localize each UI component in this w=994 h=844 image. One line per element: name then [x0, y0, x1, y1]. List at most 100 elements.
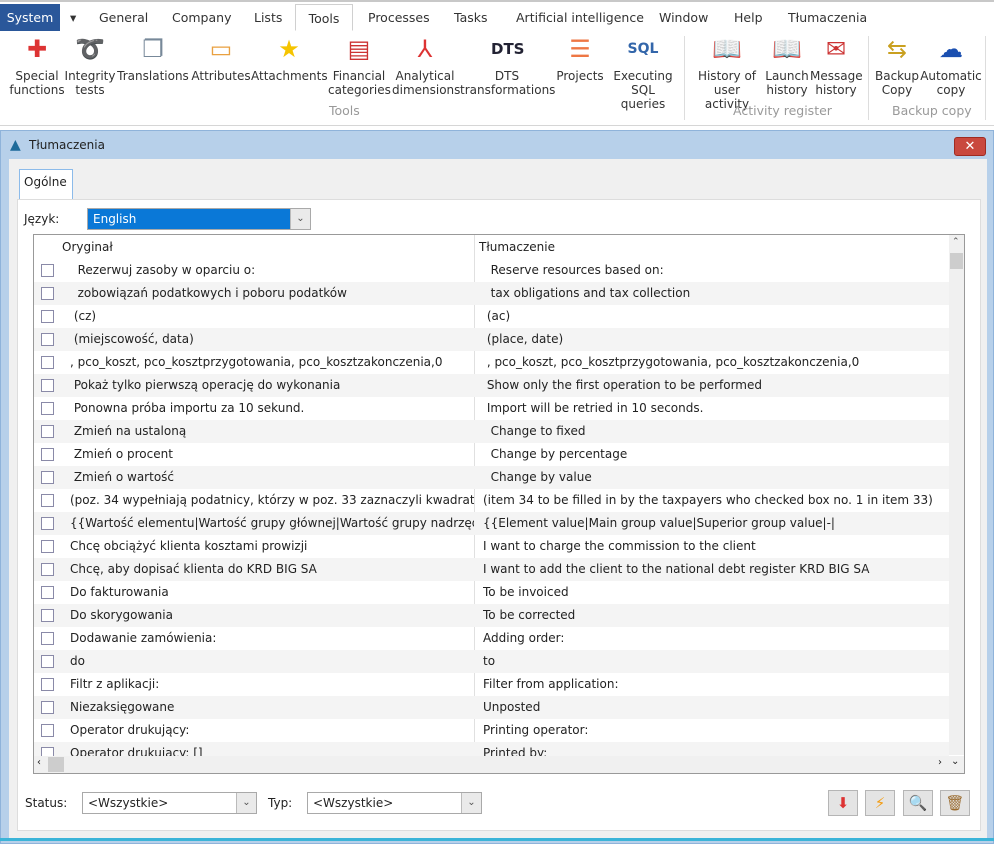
window-titlebar[interactable]: ▲ Tłumaczenia ✕ — [1, 131, 993, 159]
row-checkbox[interactable] — [41, 563, 54, 576]
tab-company[interactable]: Company — [162, 4, 241, 31]
quick-access-dropdown-icon[interactable]: ▾ — [66, 4, 80, 31]
translation-text[interactable]: Adding order: — [483, 627, 953, 650]
tab-lists[interactable]: Lists — [244, 4, 292, 31]
translation-text[interactable]: to — [483, 650, 953, 673]
translations-button[interactable]: ❐ Translations — [116, 33, 190, 83]
scrollbar-thumb[interactable] — [48, 757, 64, 772]
table-row[interactable]: {{Wartość elementu|Wartość grupy głównej… — [34, 512, 949, 535]
column-header-original[interactable]: Oryginał — [62, 240, 113, 254]
tab-tlumaczenia[interactable]: Tłumaczenia — [778, 4, 877, 31]
scroll-down-icon[interactable]: ⌄ — [951, 756, 959, 767]
translation-text[interactable]: Import will be retried in 10 seconds. — [483, 397, 953, 420]
scrollbar-thumb[interactable] — [950, 253, 963, 269]
translation-text[interactable]: Change by percentage — [483, 443, 953, 466]
analytical-dimensions-button[interactable]: ⅄ Analytical dimensions — [392, 33, 460, 97]
automatic-copy-button[interactable]: ☁ Automatic copy — [920, 33, 982, 97]
delete-button[interactable]: 🗑 — [940, 790, 970, 816]
scroll-up-icon[interactable]: ⌃ — [952, 237, 960, 247]
table-row[interactable]: do to — [34, 650, 949, 673]
message-history-button[interactable]: ✉ Message history — [810, 33, 863, 97]
translation-text[interactable]: Reserve resources based on: — [483, 259, 953, 282]
table-row[interactable]: Zmień o wartość Change by value — [34, 466, 949, 489]
table-row[interactable]: , pco_koszt, pco_kosztprzygotowania, pco… — [34, 351, 949, 374]
table-row[interactable]: Rezerwuj zasoby w oparciu o: Reserve res… — [34, 259, 949, 282]
status-select[interactable]: <Wszystkie> ⌄ — [82, 792, 257, 814]
table-row[interactable]: (poz. 34 wypełniają podatnicy, którzy w … — [34, 489, 949, 512]
table-row[interactable]: Zmień na ustaloną Change to fixed — [34, 420, 949, 443]
translation-text[interactable]: {{Element value|Main group value|Superio… — [483, 512, 953, 535]
translation-text[interactable]: Show only the first operation to be perf… — [483, 374, 953, 397]
tab-system[interactable]: System — [0, 4, 60, 31]
table-row[interactable]: (miejscowość, data) (place, date) — [34, 328, 949, 351]
launch-history-button[interactable]: 📖 Launch history — [765, 33, 809, 97]
type-select[interactable]: <Wszystkie> ⌄ — [307, 792, 482, 814]
translation-text[interactable]: tax obligations and tax collection — [483, 282, 953, 305]
translation-text[interactable]: (place, date) — [483, 328, 953, 351]
row-checkbox[interactable] — [41, 540, 54, 553]
search-button[interactable]: 🔍 — [903, 790, 933, 816]
row-checkbox[interactable] — [41, 310, 54, 323]
translation-text[interactable]: To be corrected — [483, 604, 953, 627]
table-row[interactable]: Zmień o procent Change by percentage — [34, 443, 949, 466]
integrity-tests-button[interactable]: ➰ Integrity tests — [64, 33, 116, 97]
table-row[interactable]: Chcę obciążyć klienta kosztami prowizji I… — [34, 535, 949, 558]
tab-window[interactable]: Window — [649, 4, 718, 31]
row-checkbox[interactable] — [41, 655, 54, 668]
tab-general[interactable]: General — [89, 4, 158, 31]
table-row[interactable]: Pokaż tylko pierwszą operację do wykonan… — [34, 374, 949, 397]
financial-categories-button[interactable]: ▤ Financial categories — [328, 33, 391, 97]
chevron-down-icon[interactable]: ⌄ — [236, 793, 256, 813]
row-checkbox[interactable] — [41, 264, 54, 277]
translation-text[interactable]: To be invoiced — [483, 581, 953, 604]
table-row[interactable]: Operator drukujący: Printing operator: — [34, 719, 949, 742]
row-checkbox[interactable] — [41, 471, 54, 484]
tab-tools[interactable]: Tools — [295, 4, 353, 31]
translation-text[interactable]: Change to fixed — [483, 420, 953, 443]
row-checkbox[interactable] — [41, 287, 54, 300]
chevron-down-icon[interactable]: ⌄ — [290, 209, 310, 229]
tab-processes[interactable]: Processes — [358, 4, 440, 31]
translation-text[interactable]: I want to add the client to the national… — [483, 558, 953, 581]
row-checkbox[interactable] — [41, 586, 54, 599]
row-checkbox[interactable] — [41, 356, 54, 369]
translation-text[interactable]: I want to charge the commission to the c… — [483, 535, 953, 558]
table-row[interactable]: Ponowna próba importu za 10 sekund. Impo… — [34, 397, 949, 420]
table-row[interactable]: Do fakturowania To be invoiced — [34, 581, 949, 604]
row-checkbox[interactable] — [41, 402, 54, 415]
table-row[interactable]: zobowiązań podatkowych i poboru podatków… — [34, 282, 949, 305]
tab-artificial-intelligence[interactable]: Artificial intelligence — [506, 4, 654, 31]
table-row[interactable]: Dodawanie zamówienia: Adding order: — [34, 627, 949, 650]
translation-text[interactable]: Change by value — [483, 466, 953, 489]
translation-text[interactable]: , pco_koszt, pco_kosztprzygotowania, pco… — [483, 351, 953, 374]
translation-text[interactable]: (item 34 to be filled in by the taxpayer… — [483, 489, 953, 512]
vertical-scrollbar[interactable]: ⌃ — [949, 235, 964, 755]
row-checkbox[interactable] — [41, 333, 54, 346]
executing-sql-queries-button[interactable]: SQL Executing SQL queries — [607, 33, 679, 111]
backup-copy-button[interactable]: ⇆ Backup Copy — [874, 33, 920, 97]
attachments-button[interactable]: ★ Attachments — [251, 33, 328, 83]
horizontal-scrollbar[interactable]: ‹ › ⌄ — [34, 756, 964, 773]
dts-transformations-button[interactable]: DTS DTS transformations — [460, 33, 555, 97]
row-checkbox[interactable] — [41, 448, 54, 461]
row-checkbox[interactable] — [41, 701, 54, 714]
tab-help[interactable]: Help — [724, 4, 773, 31]
row-checkbox[interactable] — [41, 517, 54, 530]
close-button[interactable]: ✕ — [954, 137, 986, 156]
table-row[interactable]: (cz) (ac) — [34, 305, 949, 328]
attributes-button[interactable]: ▭ Attributes — [191, 33, 251, 83]
generate-button[interactable]: ⚡ — [865, 790, 895, 816]
translation-text[interactable]: Printing operator: — [483, 719, 953, 742]
tab-ogolne[interactable]: Ogólne — [19, 169, 73, 199]
chevron-down-icon[interactable]: ⌄ — [461, 793, 481, 813]
table-row[interactable]: Chcę, aby dopisać klienta do KRD BIG SA I… — [34, 558, 949, 581]
import-button[interactable]: ⬇ — [828, 790, 858, 816]
history-of-user-activity-button[interactable]: 📖 History of user activity — [691, 33, 763, 111]
translation-text[interactable]: (ac) — [483, 305, 953, 328]
translation-text[interactable]: Unposted — [483, 696, 953, 719]
row-checkbox[interactable] — [41, 609, 54, 622]
language-select[interactable]: English ⌄ — [87, 208, 311, 230]
table-row[interactable]: Do skorygowania To be corrected — [34, 604, 949, 627]
projects-button[interactable]: ☰ Projects — [555, 33, 605, 83]
row-checkbox[interactable] — [41, 724, 54, 737]
